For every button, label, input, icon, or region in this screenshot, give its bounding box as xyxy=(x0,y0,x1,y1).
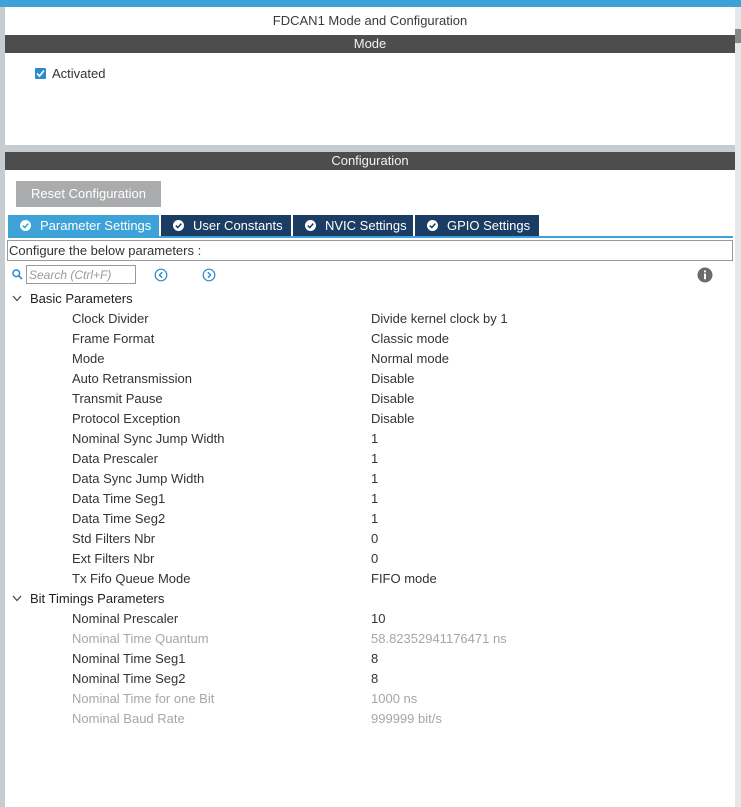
activated-label: Activated xyxy=(52,66,106,81)
param-value: 1000 ns xyxy=(371,691,418,706)
param-row[interactable]: Mode Normal mode xyxy=(0,349,730,369)
param-name: Nominal Time Quantum xyxy=(72,631,209,646)
mode-section-header: Mode xyxy=(5,35,735,53)
param-row[interactable]: Nominal Time Seg2 8 xyxy=(0,669,730,689)
param-row[interactable]: Data Time Seg1 1 xyxy=(0,489,730,509)
param-row[interactable]: Data Prescaler 1 xyxy=(0,449,730,469)
param-row[interactable]: Clock Divider Divide kernel clock by 1 xyxy=(0,309,730,329)
info-icon[interactable] xyxy=(697,267,713,283)
tab-label: User Constants xyxy=(193,218,283,233)
tab-gpio-settings[interactable]: GPIO Settings xyxy=(415,215,539,236)
param-row[interactable]: Data Sync Jump Width 1 xyxy=(0,469,730,489)
param-name: Mode xyxy=(72,351,105,366)
tab-label: Parameter Settings xyxy=(40,218,152,233)
param-value[interactable]: 10 xyxy=(371,609,385,629)
param-name: Data Sync Jump Width xyxy=(72,471,205,486)
tab-label: NVIC Settings xyxy=(325,218,407,233)
tab-nvic-settings[interactable]: NVIC Settings xyxy=(293,215,413,236)
chevron-down-icon xyxy=(12,295,22,302)
param-row-readonly: Nominal Time Quantum 58.82352941176471 n… xyxy=(0,629,730,649)
param-row[interactable]: Auto Retransmission Disable xyxy=(0,369,730,389)
tab-parameter-settings[interactable]: Parameter Settings xyxy=(8,215,159,236)
tab-underline xyxy=(8,236,733,238)
param-value[interactable]: 1 xyxy=(371,469,378,489)
param-row[interactable]: Nominal Sync Jump Width 1 xyxy=(0,429,730,449)
param-name: Std Filters Nbr xyxy=(72,531,156,546)
param-value[interactable]: 1 xyxy=(371,489,378,509)
param-name: Nominal Prescaler xyxy=(72,611,179,626)
activated-checkbox[interactable] xyxy=(35,68,46,79)
param-row[interactable]: Std Filters Nbr 0 xyxy=(0,529,730,549)
search-input[interactable]: Search (Ctrl+F) xyxy=(26,265,136,284)
next-result-icon[interactable] xyxy=(202,268,216,282)
param-value[interactable]: 8 xyxy=(371,669,378,689)
param-value[interactable]: 0 xyxy=(371,529,378,549)
param-row[interactable]: Frame Format Classic mode xyxy=(0,329,730,349)
param-row[interactable]: Data Time Seg2 1 xyxy=(0,509,730,529)
param-value[interactable]: 1 xyxy=(371,449,378,469)
param-name: Nominal Sync Jump Width xyxy=(72,431,225,446)
scrollbar-thumb[interactable] xyxy=(735,29,741,43)
param-name: Tx Fifo Queue Mode xyxy=(72,571,191,586)
param-name: Protocol Exception xyxy=(72,411,181,426)
param-value[interactable]: 0 xyxy=(371,549,378,569)
param-name: Frame Format xyxy=(72,331,155,346)
param-row[interactable]: Ext Filters Nbr 0 xyxy=(0,549,730,569)
param-name: Data Time Seg2 xyxy=(72,511,166,526)
param-name: Auto Retransmission xyxy=(72,371,192,386)
param-value: 999999 bit/s xyxy=(371,711,442,726)
panel-title: FDCAN1 Mode and Configuration xyxy=(5,7,735,35)
param-row[interactable]: Nominal Prescaler 10 xyxy=(0,609,730,629)
previous-result-icon[interactable] xyxy=(154,268,168,282)
param-value[interactable]: Disable xyxy=(371,409,414,429)
search-icon xyxy=(12,269,23,280)
reset-configuration-button[interactable]: Reset Configuration xyxy=(16,181,161,207)
param-row[interactable]: Nominal Time Seg1 8 xyxy=(0,649,730,669)
param-value[interactable]: Disable xyxy=(371,369,414,389)
section-divider xyxy=(5,145,735,152)
group-label: Basic Parameters xyxy=(30,291,133,306)
param-row-readonly: Nominal Time for one Bit 1000 ns xyxy=(0,689,730,709)
param-value[interactable]: Classic mode xyxy=(371,329,449,349)
tab-label: GPIO Settings xyxy=(447,218,531,233)
param-name: Nominal Time for one Bit xyxy=(72,691,215,706)
param-row-readonly: Nominal Baud Rate 999999 bit/s xyxy=(0,709,730,729)
param-value: 58.82352941176471 ns xyxy=(371,631,507,646)
param-name: Clock Divider xyxy=(72,311,149,326)
right-scrollbar[interactable] xyxy=(735,7,741,807)
param-name: Data Time Seg1 xyxy=(72,491,166,506)
param-name: Nominal Time Seg1 xyxy=(72,651,186,666)
param-value[interactable]: Normal mode xyxy=(371,349,449,369)
param-value[interactable]: 1 xyxy=(371,429,378,449)
mode-panel: Activated xyxy=(5,53,735,145)
param-value[interactable]: 8 xyxy=(371,649,378,669)
top-accent-bar xyxy=(0,0,741,7)
group-label: Bit Timings Parameters xyxy=(30,591,165,606)
configuration-section-header: Configuration xyxy=(5,152,735,170)
param-name: Data Prescaler xyxy=(72,451,158,466)
tab-user-constants[interactable]: User Constants xyxy=(161,215,291,236)
param-value[interactable]: FIFO mode xyxy=(371,569,437,589)
param-name: Nominal Time Seg2 xyxy=(72,671,186,686)
check-circle-icon xyxy=(173,220,184,231)
param-value[interactable]: 1 xyxy=(371,509,378,529)
param-row[interactable]: Protocol Exception Disable xyxy=(0,409,730,429)
check-circle-icon xyxy=(427,220,438,231)
param-row[interactable]: Tx Fifo Queue Mode FIFO mode xyxy=(0,569,730,589)
check-circle-icon xyxy=(20,220,31,231)
param-value[interactable]: Divide kernel clock by 1 xyxy=(371,309,508,329)
param-name: Nominal Baud Rate xyxy=(72,711,185,726)
checkmark-icon xyxy=(36,69,45,78)
param-name: Ext Filters Nbr xyxy=(72,551,155,566)
configure-hint: Configure the below parameters : xyxy=(7,240,733,261)
param-row[interactable]: Transmit Pause Disable xyxy=(0,389,730,409)
chevron-down-icon xyxy=(12,595,22,602)
param-value[interactable]: Disable xyxy=(371,389,414,409)
param-name: Transmit Pause xyxy=(72,391,163,406)
check-circle-icon xyxy=(305,220,316,231)
